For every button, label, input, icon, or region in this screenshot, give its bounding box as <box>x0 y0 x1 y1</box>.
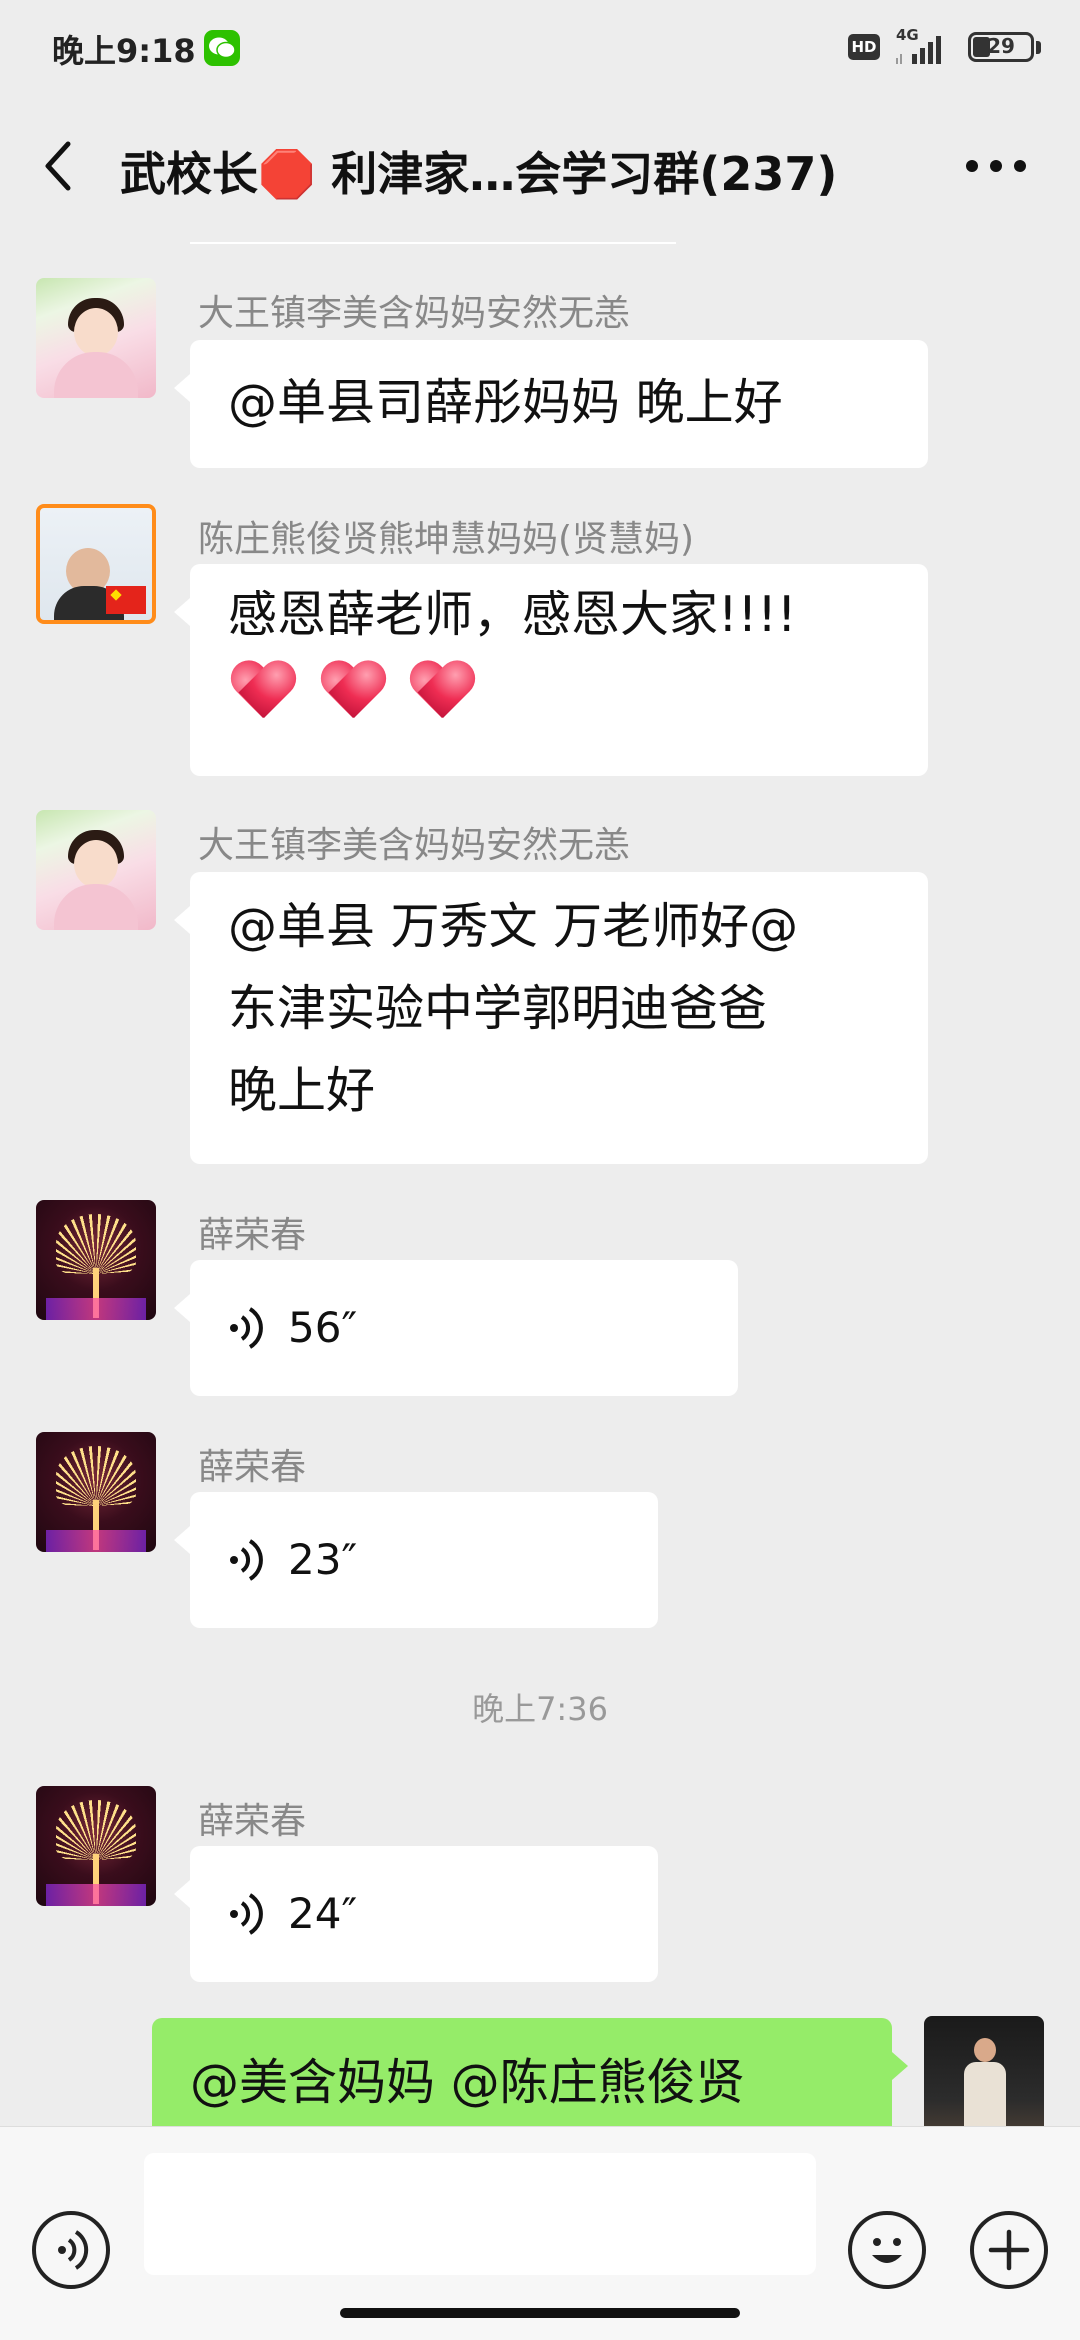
voice-wave-icon <box>230 1539 263 1581</box>
hd-badge: HD <box>848 34 880 60</box>
voice-duration: 23″ <box>288 1535 358 1584</box>
sender-avatar[interactable] <box>36 1786 156 1906</box>
message-text: @美含妈妈 @陈庄熊俊贤 <box>190 2054 745 2111</box>
chat-header: 武校长🛑 利津家…会学习群(237) <box>0 96 1080 242</box>
sender-avatar[interactable] <box>36 278 156 398</box>
sender-avatar[interactable] <box>36 1432 156 1552</box>
message-text: 感恩薛老师，感恩大家!!!! <box>228 586 797 643</box>
voice-message-bubble[interactable]: 24″ <box>174 1846 658 1982</box>
voice-wave-icon <box>230 1893 263 1935</box>
battery-level: 29 <box>987 34 1015 58</box>
heart-emoji-row <box>228 656 890 736</box>
voice-wave-icon <box>230 1307 263 1349</box>
sender-name: 大王镇李美含妈妈安然无恙 <box>198 825 631 866</box>
my-avatar[interactable] <box>924 2016 1044 2126</box>
heart-emoji-icon <box>228 662 298 726</box>
emoji-button[interactable] <box>848 2211 926 2289</box>
battery-cap <box>1036 41 1041 54</box>
message-line: 东津实验中学郭明迪爸爸 <box>228 980 768 1037</box>
voice-input-toggle-button[interactable] <box>32 2211 110 2289</box>
battery-icon: 29 <box>968 32 1034 62</box>
sender-name: 大王镇李美含妈妈安然无恙 <box>198 293 631 334</box>
voice-duration: 24″ <box>288 1889 358 1938</box>
message-line: @单县 万秀文 万老师好@ <box>228 898 799 955</box>
sender-avatar[interactable] <box>36 504 156 624</box>
message-line: 晚上好 <box>228 1062 376 1119</box>
message-input[interactable] <box>144 2153 816 2275</box>
voice-duration: 56″ <box>288 1303 358 1352</box>
sender-name: 薛荣春 <box>198 1215 307 1256</box>
message-text: @单县司薛彤妈妈 晚上好 <box>228 374 783 431</box>
voice-wave-icon <box>58 2230 89 2270</box>
plus-icon <box>988 2229 1030 2271</box>
heart-emoji-icon <box>407 662 477 726</box>
voice-message-bubble[interactable]: 23″ <box>174 1492 658 1628</box>
heart-emoji-icon <box>318 662 388 726</box>
message-bubble[interactable]: @单县 万秀文 万老师好@ 东津实验中学郭明迪爸爸 晚上好 <box>174 872 928 1164</box>
home-indicator[interactable] <box>340 2308 740 2318</box>
sender-name: 薛荣春 <box>198 1447 307 1488</box>
signal-icon <box>896 36 941 64</box>
chat-title[interactable]: 武校长🛑 利津家…会学习群(237) <box>120 138 950 204</box>
more-functions-button[interactable] <box>970 2211 1048 2289</box>
status-time: 晚上9:18 <box>52 32 196 70</box>
voice-message-bubble[interactable]: 56″ <box>174 1260 738 1396</box>
my-message-bubble[interactable]: @美含妈妈 @陈庄熊俊贤 <box>152 2018 908 2126</box>
message-bubble[interactable]: 感恩薛老师，感恩大家!!!! <box>174 564 928 776</box>
sender-name: 薛荣春 <box>198 1801 307 1842</box>
wechat-notification-icon <box>204 30 240 66</box>
emoji-face-icon <box>872 2238 902 2263</box>
divider <box>190 242 676 244</box>
chat-message-list[interactable]: 大王镇李美含妈妈安然无恙 @单县司薛彤妈妈 晚上好 陈庄熊俊贤熊坤慧妈妈(贤慧妈… <box>0 242 1080 2126</box>
sender-name: 陈庄熊俊贤熊坤慧妈妈(贤慧妈) <box>198 519 695 560</box>
back-arrow-icon[interactable] <box>38 136 78 196</box>
more-options-icon[interactable] <box>966 160 1026 174</box>
sender-avatar[interactable] <box>36 1200 156 1320</box>
sender-avatar[interactable] <box>36 810 156 930</box>
message-timestamp: 晚上7:36 <box>472 1690 608 1728</box>
china-flag-icon <box>106 586 146 614</box>
status-bar: 晚上9:18 HD 4G 29 <box>0 0 1080 96</box>
message-bubble[interactable]: @单县司薛彤妈妈 晚上好 <box>174 340 928 468</box>
